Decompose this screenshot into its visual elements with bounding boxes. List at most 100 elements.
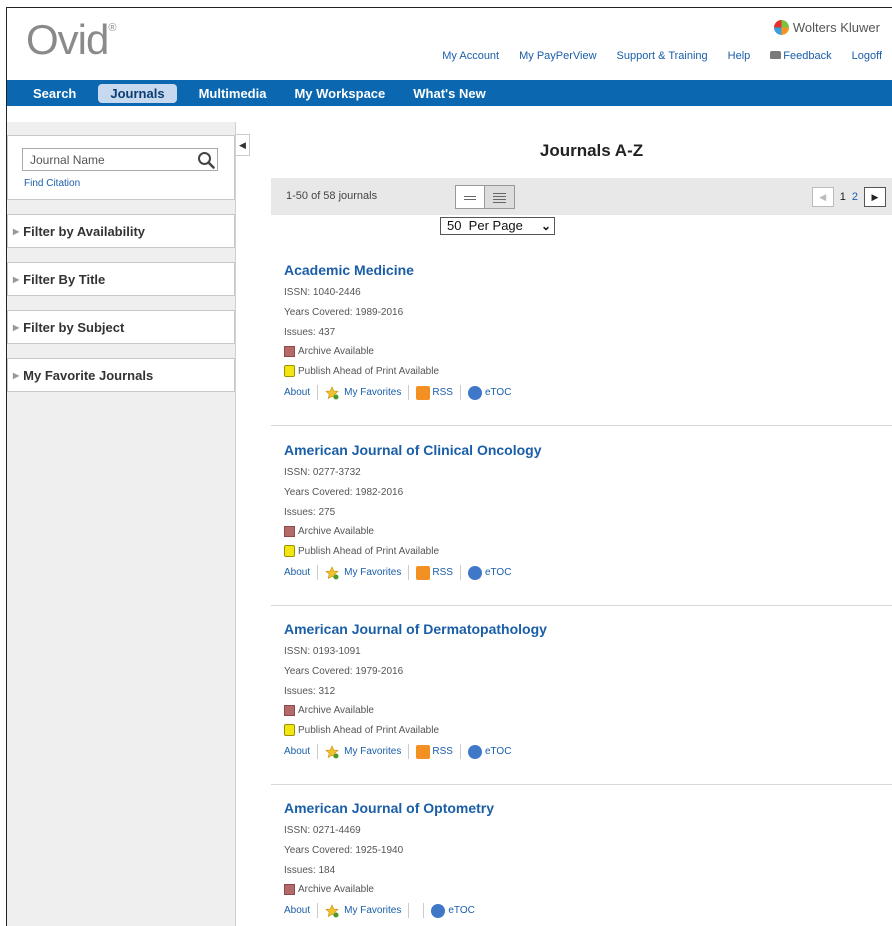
add-favorite-icon[interactable] bbox=[325, 744, 339, 759]
archive-label: Archive Available bbox=[298, 526, 374, 537]
journal-item: American Journal of Dermatopathology ISS… bbox=[271, 621, 892, 785]
line-icon bbox=[464, 199, 476, 200]
page-title: Journals A-Z bbox=[539, 141, 644, 160]
etoc-icon[interactable] bbox=[467, 385, 482, 400]
pap-badge: Publish Ahead of Print Available bbox=[284, 724, 892, 736]
issn: ISSN: 1040-2446 bbox=[284, 287, 361, 298]
ovid-logo[interactable]: Ovid® bbox=[26, 16, 116, 64]
journal-title-link[interactable]: American Journal of Clinical Oncology bbox=[284, 442, 892, 458]
etoc-link[interactable]: eTOC bbox=[485, 567, 512, 578]
rss-link[interactable]: RSS bbox=[432, 387, 453, 398]
rss-icon[interactable] bbox=[416, 744, 431, 759]
issues-count: Issues: 184 bbox=[284, 865, 336, 876]
my-favorites-link[interactable]: My Favorites bbox=[344, 905, 401, 916]
issn: ISSN: 0271-4469 bbox=[284, 825, 361, 836]
filter-availability[interactable]: ▶ Filter by Availability bbox=[7, 214, 235, 248]
page-2[interactable]: 2 bbox=[852, 191, 858, 203]
archive-label: Archive Available bbox=[298, 705, 374, 716]
collapse-sidebar-button[interactable]: ◀ bbox=[236, 134, 250, 156]
rss-link[interactable]: RSS bbox=[432, 746, 453, 757]
journal-title-link[interactable]: American Journal of Dermatopathology bbox=[284, 621, 892, 637]
prev-page-button[interactable]: ◀ bbox=[811, 187, 834, 207]
about-link[interactable]: About bbox=[284, 905, 310, 916]
archive-badge: Archive Available bbox=[284, 884, 892, 895]
my-favorites-link[interactable]: My Favorites bbox=[344, 387, 401, 398]
pap-badge: Publish Ahead of Print Available bbox=[284, 365, 892, 377]
next-page-button[interactable]: ▶ bbox=[864, 187, 886, 207]
about-link[interactable]: About bbox=[284, 567, 310, 578]
top-nav: My Account My PayPerView Support & Train… bbox=[422, 50, 882, 62]
brand-label: Wolters Kluwer bbox=[792, 20, 880, 35]
results-toolbar: 1-50 of 58 journals ◀ 1 2 ▶ bbox=[271, 178, 892, 215]
archive-icon bbox=[284, 526, 295, 537]
per-page-select[interactable]: 50 Per Page ⌄ bbox=[440, 217, 555, 235]
etoc-link[interactable]: eTOC bbox=[485, 387, 512, 398]
logoff-link[interactable]: Logoff bbox=[852, 50, 882, 62]
rss-icon[interactable] bbox=[416, 385, 431, 400]
filter-favorite-journals[interactable]: ▶ My Favorite Journals bbox=[7, 358, 235, 392]
years-covered: Years Covered: 1989-2016 bbox=[284, 307, 404, 318]
compact-view-button[interactable] bbox=[455, 185, 485, 209]
divider bbox=[317, 385, 319, 400]
rss-icon[interactable] bbox=[416, 565, 431, 580]
journal-title-link[interactable]: American Journal of Optometry bbox=[284, 800, 892, 816]
etoc-icon[interactable] bbox=[467, 744, 482, 759]
expand-arrow-icon: ▶ bbox=[13, 322, 20, 332]
my-favorites-link[interactable]: My Favorites bbox=[344, 746, 401, 757]
support-training-link[interactable]: Support & Training bbox=[617, 50, 708, 62]
rss-link[interactable]: RSS bbox=[432, 567, 453, 578]
divider bbox=[459, 744, 461, 759]
nav-search[interactable]: Search bbox=[33, 86, 76, 101]
my-favorites-link[interactable]: My Favorites bbox=[344, 567, 401, 578]
years-covered: Years Covered: 1982-2016 bbox=[284, 487, 404, 498]
issn: ISSN: 0193-1091 bbox=[284, 646, 361, 657]
journal-name-input[interactable] bbox=[22, 148, 218, 171]
add-favorite-icon[interactable] bbox=[325, 565, 339, 580]
my-payperview-link[interactable]: My PayPerView bbox=[519, 50, 596, 62]
main-content: Journals A-Z 1-50 of 58 journals ◀ 1 2 ▶… bbox=[271, 122, 892, 926]
journal-actions: About My Favorites RSS eTOC bbox=[284, 744, 892, 759]
search-icon[interactable] bbox=[197, 151, 215, 169]
about-link[interactable]: About bbox=[284, 746, 310, 757]
expand-arrow-icon: ▶ bbox=[13, 370, 20, 380]
nav-my-workspace[interactable]: My Workspace bbox=[294, 86, 385, 101]
archive-badge: Archive Available bbox=[284, 526, 892, 537]
nav-journals[interactable]: Journals bbox=[98, 83, 177, 103]
page-1[interactable]: 1 bbox=[840, 191, 846, 203]
find-citation-link[interactable]: Find Citation bbox=[24, 178, 80, 189]
publish-ahead-icon bbox=[284, 365, 295, 377]
logo-mark: ® bbox=[108, 22, 117, 34]
journal-title-link[interactable]: Academic Medicine bbox=[284, 262, 892, 278]
filter-label: My Favorite Journals bbox=[23, 367, 154, 383]
filter-title[interactable]: ▶ Filter By Title bbox=[7, 262, 235, 296]
journal-search-panel: Find Citation bbox=[7, 135, 235, 200]
divider bbox=[408, 385, 410, 400]
my-account-link[interactable]: My Account bbox=[442, 50, 499, 62]
years-covered: Years Covered: 1979-2016 bbox=[284, 666, 404, 677]
nav-whats-new[interactable]: What's New bbox=[413, 86, 485, 101]
journal-actions: About My Favorites eTOC bbox=[284, 903, 892, 918]
archive-icon bbox=[284, 705, 295, 716]
etoc-icon[interactable] bbox=[431, 903, 446, 918]
pap-label: Publish Ahead of Print Available bbox=[298, 545, 440, 557]
wolters-kluwer-brand[interactable]: Wolters Kluwer bbox=[773, 20, 880, 35]
expanded-view-button[interactable] bbox=[485, 185, 515, 209]
add-favorite-icon[interactable] bbox=[325, 385, 339, 400]
nav-multimedia[interactable]: Multimedia bbox=[199, 86, 267, 101]
etoc-link[interactable]: eTOC bbox=[485, 746, 512, 757]
about-link[interactable]: About bbox=[284, 387, 310, 398]
divider bbox=[459, 565, 461, 580]
etoc-link[interactable]: eTOC bbox=[448, 905, 475, 916]
archive-label: Archive Available bbox=[298, 346, 374, 357]
filter-subject[interactable]: ▶ Filter by Subject bbox=[7, 310, 235, 344]
result-count: 1-50 of 58 journals bbox=[286, 190, 378, 202]
feedback-label: Feedback bbox=[783, 50, 832, 62]
help-link[interactable]: Help bbox=[728, 50, 751, 62]
add-favorite-icon[interactable] bbox=[325, 903, 339, 918]
issues-count: Issues: 437 bbox=[284, 327, 336, 338]
line-icon bbox=[493, 193, 506, 194]
etoc-icon[interactable] bbox=[467, 565, 482, 580]
archive-icon bbox=[284, 884, 295, 895]
feedback-link[interactable]: Feedback bbox=[770, 50, 832, 62]
line-icon bbox=[464, 196, 476, 197]
